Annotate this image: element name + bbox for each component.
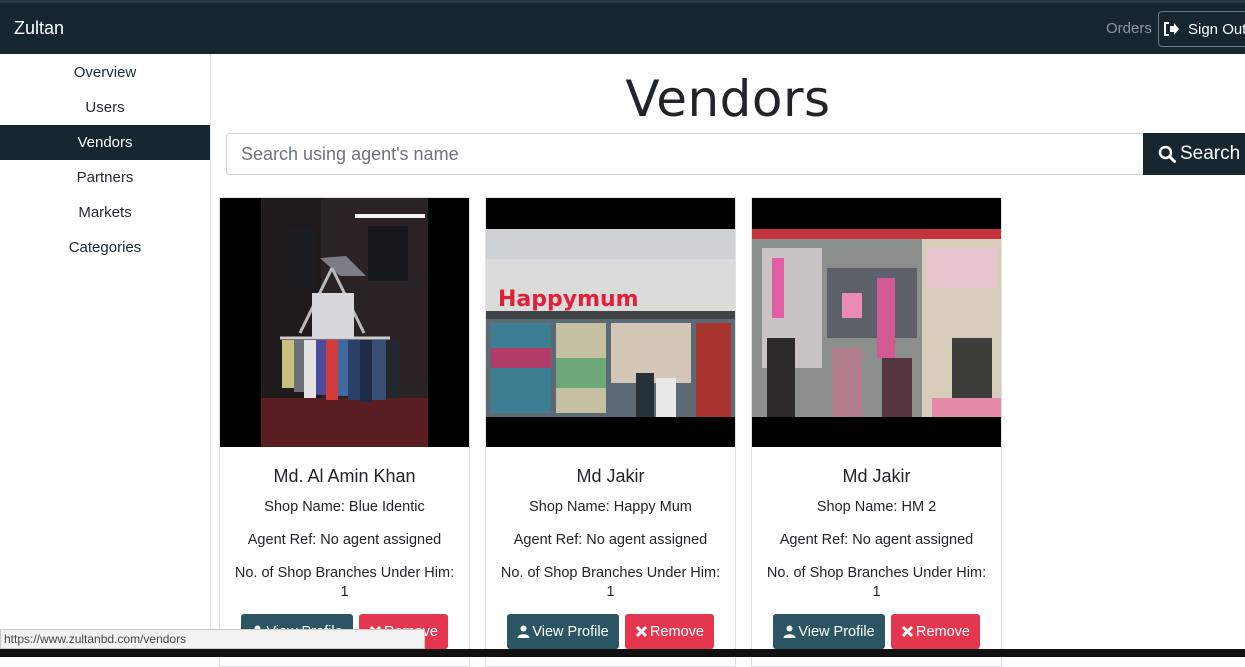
remove-button[interactable]: Remove: [891, 614, 980, 649]
sign-out-icon: [1164, 22, 1179, 36]
vendor-name: Md Jakir: [576, 466, 645, 486]
sidebar-item-overview[interactable]: Overview: [0, 55, 210, 90]
view-profile-label: View Profile: [532, 623, 609, 640]
store-sign-text: Happymum: [498, 287, 639, 312]
vendor-shop-name: Shop Name: Blue Identic: [264, 499, 425, 515]
search-button-label: Search: [1180, 143, 1241, 164]
vendor-photo: [220, 198, 469, 447]
vendor-shop-name: Shop Name: HM 2: [816, 499, 937, 515]
view-profile-label: View Profile: [798, 623, 875, 640]
user-icon: [783, 625, 796, 638]
bottom-edge: [0, 649, 1245, 657]
search-button[interactable]: Search: [1143, 133, 1245, 175]
vendor-agent-ref: Agent Ref: No agent assigned: [779, 532, 974, 548]
search-icon: [1158, 145, 1176, 163]
vendor-card: Md Jakir Shop Name: HM 2 Agent Ref: No a…: [751, 197, 1002, 667]
sign-out-button[interactable]: Sign Out: [1158, 11, 1245, 47]
vendor-photo: [752, 198, 1001, 447]
sidebar-item-vendors[interactable]: Vendors: [0, 125, 210, 160]
vendor-name: Md Jakir: [842, 466, 911, 486]
vendor-branches: No. of Shop Branches Under Him: 1: [500, 565, 721, 600]
remove-label: Remove: [650, 623, 704, 640]
view-profile-button[interactable]: View Profile: [507, 614, 619, 649]
close-icon: [635, 625, 648, 638]
vendor-shop-name: Shop Name: Happy Mum: [529, 499, 692, 515]
sidebar-item-users[interactable]: Users: [0, 90, 210, 125]
vendor-agent-ref: Agent Ref: No agent assigned: [247, 532, 442, 548]
remove-button[interactable]: Remove: [625, 614, 714, 649]
sign-out-label: Sign Out: [1188, 20, 1245, 38]
sidebar-item-partners[interactable]: Partners: [0, 160, 210, 195]
user-icon: [517, 625, 530, 638]
brand-logo[interactable]: Zultan: [14, 18, 64, 39]
sidebar: Overview Users Vendors Partners Markets …: [0, 54, 211, 657]
nav-orders-link[interactable]: Orders: [1106, 20, 1152, 37]
sidebar-item-categories[interactable]: Categories: [0, 230, 210, 265]
sidebar-item-markets[interactable]: Markets: [0, 195, 210, 230]
search-input[interactable]: [226, 133, 1144, 175]
view-profile-button[interactable]: View Profile: [773, 614, 885, 649]
vendor-branches: No. of Shop Branches Under Him: 1: [766, 565, 987, 600]
vendor-card: Happymum Md Jakir Shop Name: Happy Mum A…: [485, 197, 736, 667]
remove-label: Remove: [916, 623, 970, 640]
top-navbar: Zultan Orders Sign Out: [0, 0, 1245, 54]
close-icon: [901, 625, 914, 638]
vendor-name: Md. Al Amin Khan: [273, 466, 416, 486]
vendor-branches: No. of Shop Branches Under Him: 1: [234, 565, 455, 600]
vendor-card: Md. Al Amin Khan Shop Name: Blue Identic…: [219, 197, 470, 667]
browser-status-url: https://www.zultanbd.com/vendors: [0, 629, 425, 649]
page-title: Vendors: [625, 70, 831, 128]
vendor-photo: Happymum: [486, 198, 735, 447]
vendor-agent-ref: Agent Ref: No agent assigned: [513, 532, 708, 548]
